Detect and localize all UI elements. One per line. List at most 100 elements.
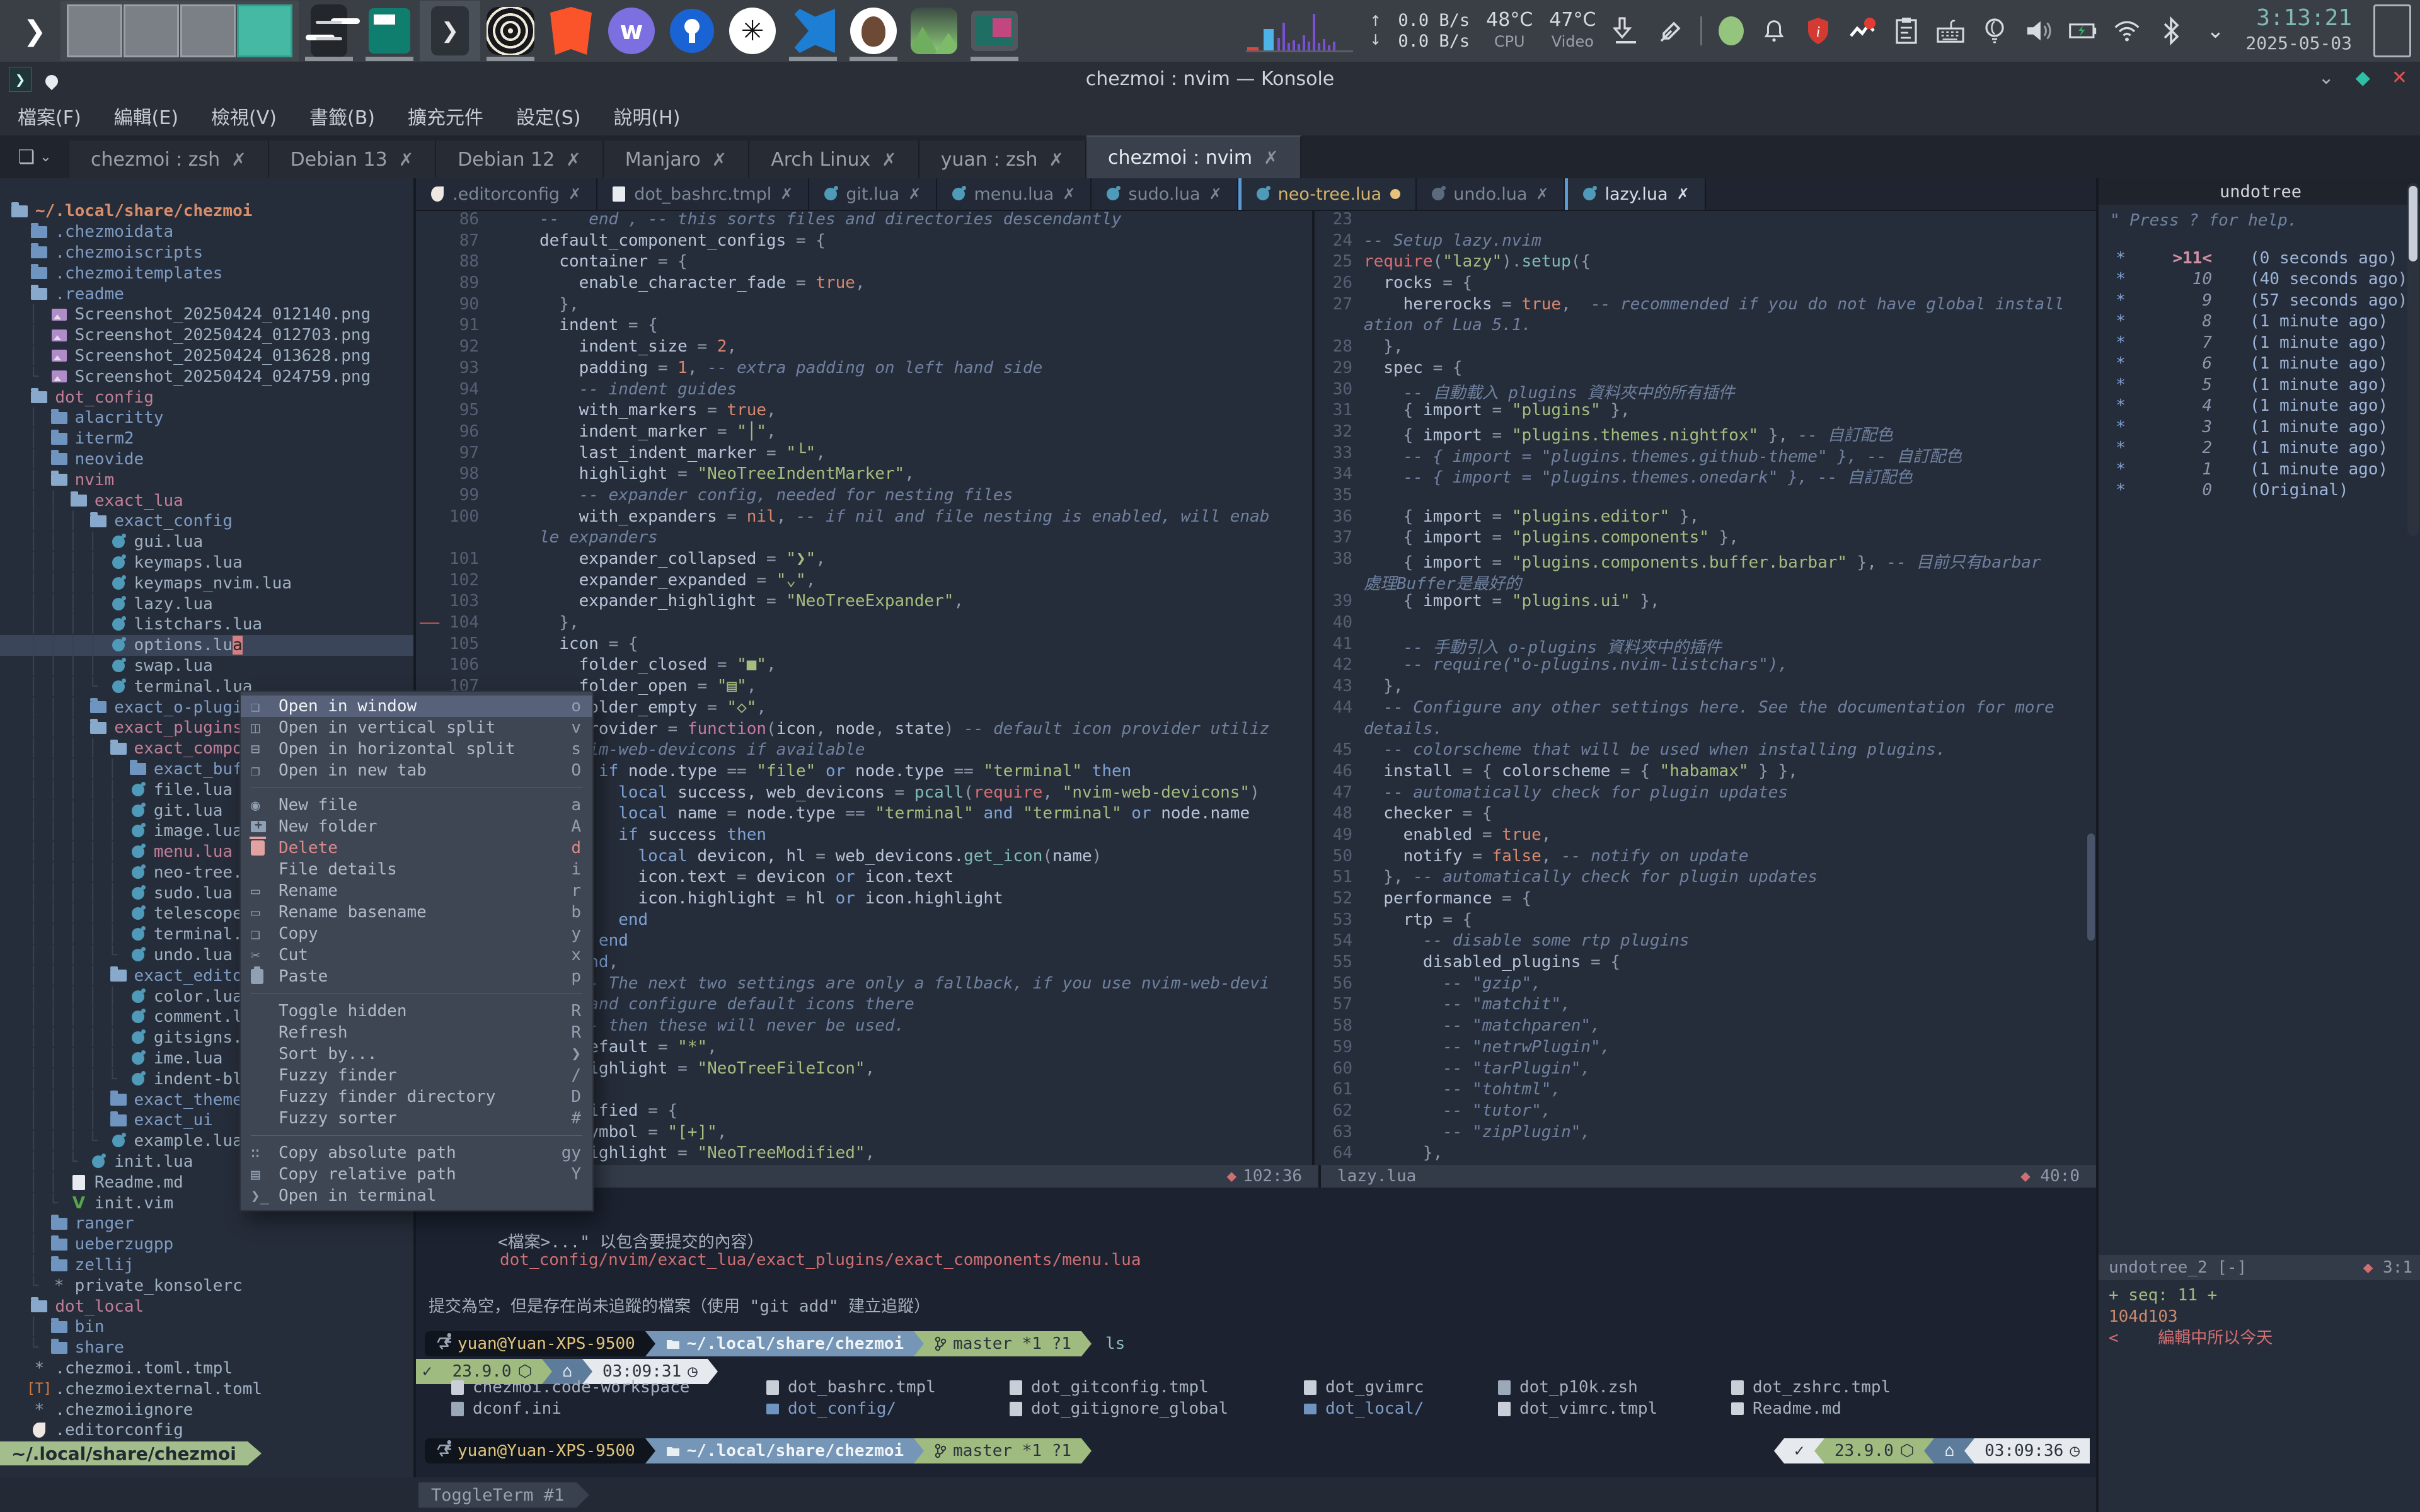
tree-item[interactable]: │ neovide [0, 449, 413, 470]
undotree-entry[interactable]: *6(1 minute ago) [2099, 353, 2420, 375]
tree-item[interactable]: │ zellij [0, 1255, 413, 1276]
menubar-item[interactable]: 書籤(B) [309, 102, 375, 130]
undotree-entry[interactable]: *9(57 seconds ago) [2099, 290, 2420, 311]
tree-item[interactable]: │ ranger [0, 1213, 413, 1234]
menubar-item[interactable]: 設定(S) [516, 102, 580, 130]
app-launcher-icon[interactable]: ❯ [0, 1, 60, 61]
file-manager-icon[interactable] [359, 1, 420, 61]
tree-item[interactable]: .readme [0, 284, 413, 304]
input-keyboard-icon[interactable] [1937, 17, 1964, 45]
context-menu-item[interactable]: Fuzzy finder/ [241, 1065, 592, 1086]
minimize-button[interactable]: ⌄ [2319, 67, 2334, 89]
buffer-tab[interactable]: neo-tree.lua [1238, 178, 1417, 210]
show-desktop-button[interactable] [2373, 4, 2411, 57]
konsole-icon[interactable]: ❯ [420, 1, 480, 61]
context-menu-item[interactable]: Pastep [241, 966, 592, 987]
tree-item[interactable]: │ iterm2 [0, 428, 413, 449]
desktop-3[interactable] [180, 4, 236, 57]
window-titlebar[interactable]: ❯ chezmoi : nvim — Konsole ⌄ ◆ ✕ [0, 62, 2420, 96]
tab-close-icon[interactable]: ✗ [908, 185, 921, 203]
buffer-tab[interactable]: .editorconfig✗ [416, 178, 597, 210]
tree-item[interactable]: *.chezmoiignore [0, 1399, 413, 1420]
undotree-scrollbar[interactable] [2407, 183, 2419, 536]
tree-item[interactable]: │ │ │ │ lazy.lua [0, 593, 413, 614]
buffer-tab[interactable]: git.lua✗ [809, 178, 937, 210]
context-menu-item[interactable]: Fuzzy sorter# [241, 1108, 592, 1129]
tree-item[interactable]: dot_local [0, 1296, 413, 1317]
tree-item[interactable]: │ Screenshot_20250424_012140.png [0, 304, 413, 325]
night-light-icon[interactable] [1981, 17, 2008, 45]
purple-w-app-icon[interactable]: w [601, 1, 662, 61]
undotree-entry[interactable]: *5(1 minute ago) [2099, 374, 2420, 396]
tab-close-icon[interactable]: ✗ [1536, 185, 1548, 203]
buffer-tab[interactable]: lazy.lua✗ [1565, 178, 1705, 210]
notifications-bell-icon[interactable] [1760, 17, 1788, 45]
tree-item[interactable]: │ │ │ │ listchars.lua [0, 614, 413, 635]
context-menu-item[interactable]: Fuzzy finder directoryD [241, 1086, 592, 1108]
undotree-entry[interactable]: *7(1 minute ago) [2099, 332, 2420, 353]
undotree-entry[interactable]: *4(1 minute ago) [2099, 396, 2420, 417]
buffer-tab[interactable]: menu.lua✗ [937, 178, 1092, 210]
menubar-item[interactable]: 擴充元件 [408, 102, 483, 130]
konsole-tab[interactable]: yuan : zsh✗ [919, 140, 1086, 178]
virtual-desktop-pager[interactable] [60, 1, 299, 61]
undotree-entry[interactable]: *0(Original) [2099, 480, 2420, 501]
toggleterm-terminal[interactable]: <檔案>..." 以包含要提交的內容）dot_config/nvim/exact… [416, 1188, 2096, 1477]
context-menu-item[interactable]: ⊟Open in horizontal splits [241, 738, 592, 760]
tab-close-icon[interactable]: ✗ [1063, 185, 1075, 203]
monitor-app-icon[interactable] [904, 1, 964, 61]
context-menu-item[interactable]: ▭Rename basenameb [241, 902, 592, 923]
color-picker-icon[interactable] [1656, 17, 1684, 45]
tree-item[interactable]: │ alacritty [0, 408, 413, 428]
tree-item[interactable]: .chezmoidata [0, 222, 413, 243]
tree-item[interactable]: │ Screenshot_20250424_012703.png [0, 325, 413, 346]
tree-item[interactable]: │ │ │ │ keymaps_nvim.lua [0, 573, 413, 593]
tree-item[interactable]: │ │ │ exact_config [0, 511, 413, 532]
dbeaver-icon[interactable] [843, 1, 904, 61]
screenshot-tool-icon[interactable] [964, 1, 1025, 61]
context-menu-item[interactable]: ▭Renamer [241, 880, 592, 902]
context-menu-item[interactable]: ❐Open in new tabO [241, 760, 592, 781]
context-menu-item[interactable]: Toggle hiddenR [241, 1000, 592, 1022]
editor-pane-lazy-lua[interactable]: 2324-- Setup lazy.nvim25require("lazy").… [1312, 210, 2096, 1165]
tree-item[interactable]: .chezmoiscripts [0, 243, 413, 263]
tree-item[interactable]: [T].chezmoiexternal.toml [0, 1378, 413, 1399]
buffer-tab[interactable]: undo.lua✗ [1417, 178, 1565, 210]
tab-close-icon[interactable]: ✗ [568, 185, 581, 203]
menubar-item[interactable]: 編輯(E) [114, 102, 178, 130]
context-menu-item[interactable]: ◉New filea [241, 794, 592, 816]
wifi-icon[interactable] [2113, 17, 2141, 45]
konsole-tab[interactable]: Manjaro✗ [604, 140, 750, 178]
konsole-tab[interactable]: chezmoi : zsh✗ [69, 140, 269, 178]
tree-item[interactable]: .chezmoitemplates [0, 263, 413, 284]
tree-item[interactable]: │ │ │ │ options.lua [0, 635, 413, 656]
context-menu-item[interactable]: ✂Cutx [241, 944, 592, 966]
tree-item[interactable]: └ share [0, 1337, 413, 1358]
desktop-2[interactable] [124, 4, 179, 57]
context-menu-item[interactable]: RefreshR [241, 1022, 592, 1043]
tree-item[interactable]: └ Screenshot_20250424_024759.png [0, 366, 413, 387]
tweaks-app-icon[interactable] [299, 1, 359, 61]
context-menu-item[interactable]: Deleted [241, 837, 592, 859]
konsole-tab[interactable]: Debian 12✗ [436, 140, 604, 178]
context-menu-item[interactable]: New folderA [241, 816, 592, 837]
context-menu-item[interactable]: ❑Copyy [241, 923, 592, 944]
menubar-item[interactable]: 說明(H) [613, 102, 680, 130]
tree-item[interactable]: *.chezmoi.toml.tmpl [0, 1358, 413, 1379]
close-button[interactable]: ✕ [2392, 67, 2407, 89]
password-manager-icon[interactable] [662, 1, 722, 61]
context-menu-item[interactable]: File detailsi [241, 859, 592, 880]
new-tab-button[interactable]: ❏⌄ [0, 135, 69, 178]
context-menu-item[interactable]: ∷Copy absolute pathgy [241, 1142, 592, 1164]
tree-item[interactable]: │ nvim [0, 469, 413, 490]
desktop-4-active[interactable] [237, 4, 292, 57]
battery-icon[interactable] [2069, 17, 2097, 45]
tree-item[interactable]: │ │ │ │ swap.lua [0, 656, 413, 677]
menubar-item[interactable]: 檔案(F) [18, 102, 81, 130]
bluetooth-icon[interactable] [2157, 17, 2185, 45]
desktop-1[interactable] [67, 4, 122, 57]
undotree-entry[interactable]: *>11<(0 seconds ago) [2099, 248, 2420, 269]
color-status-icon[interactable] [1719, 16, 1744, 45]
tab-close-icon[interactable]: ✗ [780, 185, 793, 203]
undotree-entry[interactable]: *10(40 seconds ago) [2099, 269, 2420, 290]
